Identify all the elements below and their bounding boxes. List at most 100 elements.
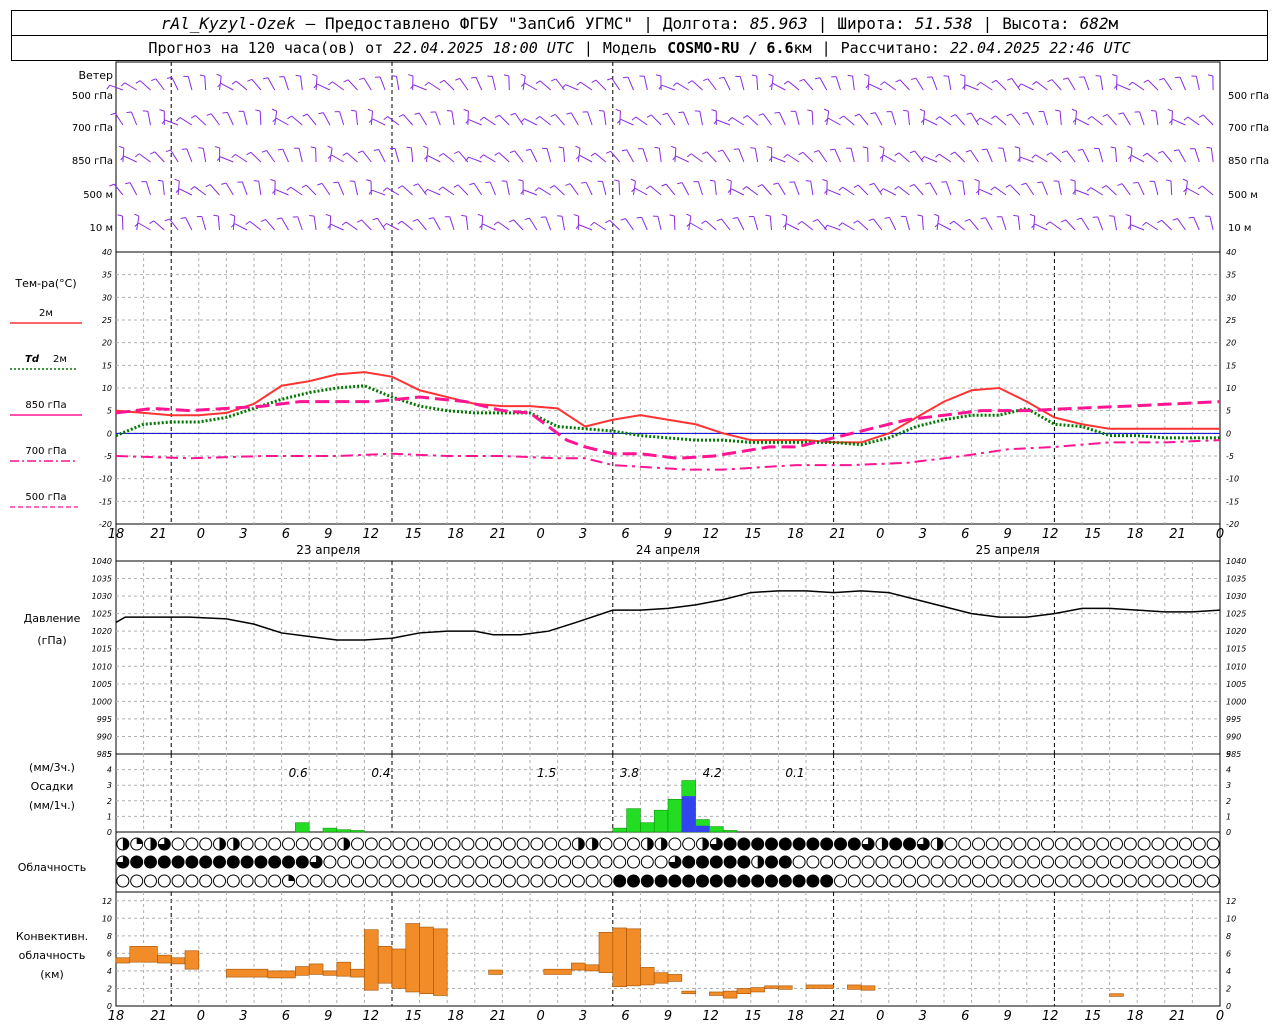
precip-title: Осадки bbox=[31, 780, 74, 793]
cloud-cell bbox=[309, 874, 323, 888]
conv-ytick-right: 8 bbox=[1226, 932, 1231, 941]
wind-barb-feather bbox=[765, 214, 771, 217]
wind-barb-feather bbox=[590, 152, 596, 157]
wind-barb-feather bbox=[205, 184, 211, 188]
wind-barb bbox=[828, 117, 841, 126]
wind-barb bbox=[241, 181, 248, 196]
hour-tick-bottom: 21 bbox=[830, 1009, 847, 1024]
wind-barb-feather bbox=[910, 77, 917, 81]
precip-bar-snow bbox=[681, 796, 696, 832]
cloud-cell bbox=[323, 837, 337, 851]
precip-bar bbox=[709, 826, 724, 833]
cloud-cell bbox=[502, 837, 516, 851]
cloud-cell bbox=[268, 874, 282, 888]
wind-barb-feather bbox=[662, 112, 668, 116]
wind-barb-feather bbox=[109, 183, 115, 187]
wind-barb-feather bbox=[117, 214, 123, 217]
wind-barb bbox=[827, 189, 841, 196]
wind-barb bbox=[609, 219, 621, 231]
wind-barb bbox=[317, 83, 331, 91]
conv-cloud-bar bbox=[612, 927, 627, 988]
cloud-cell bbox=[1054, 855, 1068, 869]
pres-ytick-right: 990 bbox=[1226, 732, 1241, 741]
wind-level-500m: 500 м bbox=[83, 190, 113, 201]
wind-barb bbox=[449, 216, 455, 231]
wind-barb-feather bbox=[1062, 77, 1069, 80]
wind-barb-feather bbox=[797, 220, 803, 225]
cloud-cell bbox=[820, 874, 834, 888]
cloud-title: Облачность bbox=[18, 861, 87, 874]
cloud-cell bbox=[544, 855, 558, 869]
precipitation-chart: 0.6 0.4 1.5 3.8 4.2 0.1 bbox=[289, 766, 805, 833]
cloud-cell bbox=[806, 837, 820, 851]
wind-barb-feather bbox=[438, 186, 443, 191]
conv-cloud-bar bbox=[667, 974, 683, 982]
cloud-cell bbox=[1041, 837, 1054, 851]
wind-barb-feather bbox=[318, 112, 324, 115]
wind-barb bbox=[1036, 81, 1048, 91]
wind-barb bbox=[129, 182, 138, 196]
pres-ytick-right: 995 bbox=[1226, 715, 1241, 724]
conv-cloud-bar bbox=[322, 970, 338, 976]
wind-barb bbox=[483, 116, 496, 126]
cloud-cell bbox=[171, 874, 185, 888]
hour-tick-bottom: 15 bbox=[1084, 1009, 1101, 1024]
cloud-cell bbox=[1192, 855, 1206, 869]
wind-barb-feather bbox=[276, 217, 282, 220]
cloud-cell bbox=[585, 874, 599, 888]
wind-barb bbox=[643, 76, 648, 91]
wind-barb-feather bbox=[1006, 78, 1013, 81]
wind-barb-feather bbox=[1175, 76, 1181, 79]
wind-barb-feather bbox=[990, 186, 995, 191]
wind-barb bbox=[1121, 183, 1131, 196]
cloud-cell bbox=[254, 837, 268, 851]
hour-tick-bottom: 21 bbox=[150, 1009, 167, 1024]
wind-barb bbox=[939, 153, 952, 163]
temp-ytick-right: 0 bbox=[1226, 429, 1231, 438]
conv-cloud-bar bbox=[391, 948, 407, 989]
wind-barb-feather bbox=[565, 183, 571, 186]
wind-barb bbox=[402, 114, 414, 126]
wind-barb bbox=[922, 111, 926, 126]
temp-ytick-right: -15 bbox=[1226, 497, 1239, 506]
temp-ytick-right: -20 bbox=[1226, 520, 1239, 529]
cloud-cell bbox=[433, 855, 447, 869]
wind-level-10m: 10 м bbox=[90, 223, 113, 234]
wind-barb-feather bbox=[980, 217, 986, 220]
wind-barb-feather bbox=[920, 156, 925, 161]
wind-barb bbox=[754, 148, 759, 163]
wind-barbs bbox=[106, 73, 1214, 231]
wind-barb bbox=[635, 116, 648, 126]
wind-barb-feather bbox=[757, 184, 763, 188]
cloud-cell bbox=[461, 855, 475, 869]
prec-ytick-left: 2 bbox=[107, 797, 112, 806]
cloud-cell bbox=[627, 855, 640, 869]
wind-barb bbox=[171, 77, 179, 91]
pres-ytick-left: 1015 bbox=[92, 645, 112, 654]
cloud-cell bbox=[640, 874, 654, 888]
wind-barb-feather bbox=[613, 179, 620, 182]
wind-barb-feather bbox=[726, 178, 732, 182]
wind-barb-feather bbox=[813, 150, 819, 153]
wind-barb bbox=[627, 76, 634, 91]
wind-barb-feather bbox=[520, 73, 526, 77]
conv-ytick-right: 4 bbox=[1226, 967, 1231, 976]
cloud-cell bbox=[130, 874, 144, 888]
wind-barb bbox=[929, 182, 938, 196]
wind-barb bbox=[491, 76, 496, 91]
cloud-cell-fill bbox=[881, 838, 888, 850]
wind-barb bbox=[985, 217, 993, 231]
wind-barb-feather bbox=[1157, 219, 1162, 224]
wind-barb-feather bbox=[1061, 150, 1067, 154]
temp-ytick-left: -15 bbox=[99, 497, 112, 506]
cloud-cell bbox=[1137, 874, 1151, 888]
wind-barb bbox=[619, 110, 621, 126]
hour-tick-bottom: 9 bbox=[664, 1009, 672, 1024]
wind-barb bbox=[625, 218, 634, 231]
wind-barb bbox=[947, 76, 952, 91]
pres-ytick-right: 1010 bbox=[1226, 662, 1246, 671]
hour-tick-top: 21 bbox=[1169, 527, 1186, 542]
cloud-cell-fill bbox=[136, 838, 143, 844]
conv-cloud-bar bbox=[377, 946, 393, 984]
wind-barb-feather bbox=[768, 73, 774, 77]
